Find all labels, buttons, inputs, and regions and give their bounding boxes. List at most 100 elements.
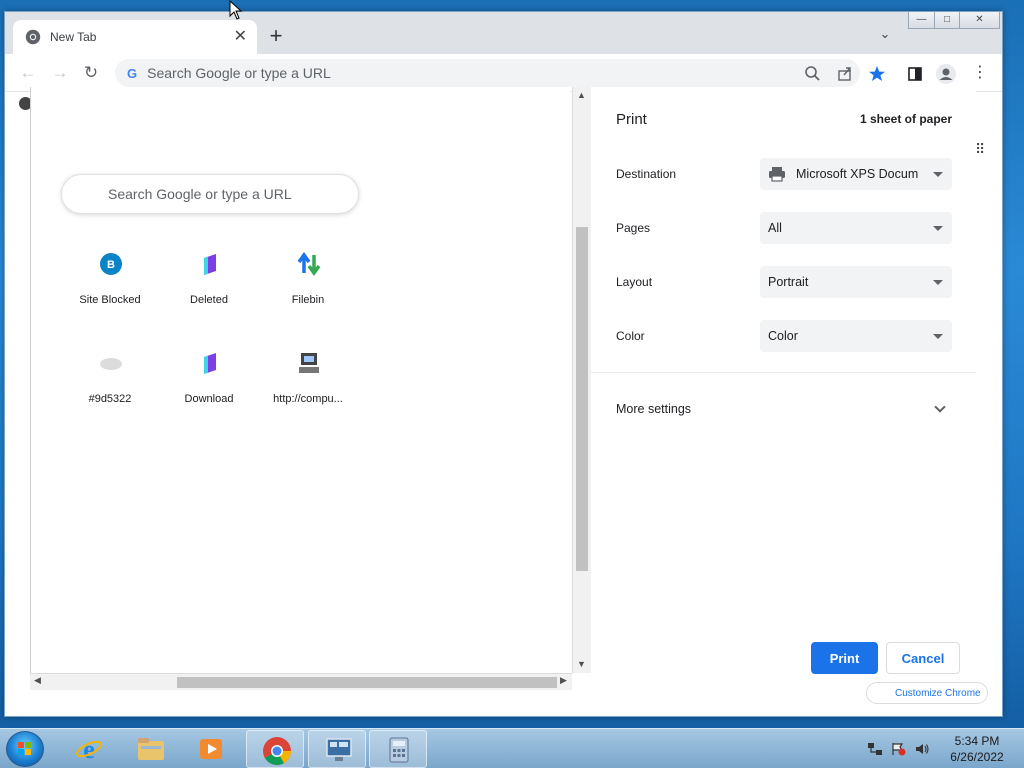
chevron-down-icon bbox=[934, 401, 946, 413]
address-input[interactable] bbox=[147, 65, 860, 81]
destination-value: Microsoft XPS Docum bbox=[796, 167, 919, 181]
share-icon[interactable] bbox=[834, 63, 856, 85]
transfer-arrows-icon bbox=[297, 251, 321, 277]
system-clock[interactable]: 5:34 PM 6/26/2022 bbox=[942, 733, 1012, 765]
pages-select[interactable]: All bbox=[760, 212, 952, 244]
zoom-icon[interactable] bbox=[802, 63, 824, 85]
taskbar-remote-desktop[interactable] bbox=[308, 730, 366, 768]
clock-date: 6/26/2022 bbox=[950, 750, 1004, 764]
profile-avatar-icon[interactable] bbox=[935, 63, 957, 85]
close-window-button[interactable]: ✕ bbox=[959, 12, 1000, 29]
taskbar-internet-explorer[interactable]: e bbox=[60, 730, 118, 768]
minimize-button[interactable]: — bbox=[908, 12, 935, 29]
media-player-icon bbox=[200, 739, 222, 759]
color-select[interactable]: Color bbox=[760, 320, 952, 352]
shortcut-site-blocked: B Site Blocked bbox=[62, 251, 158, 341]
section-divider bbox=[591, 372, 976, 373]
preview-vertical-scrollbar[interactable]: ▲ ▼ bbox=[572, 87, 591, 673]
dropdown-caret-icon bbox=[933, 225, 943, 231]
back-arrow-icon[interactable]: ← bbox=[17, 63, 39, 85]
vertical-scroll-thumb[interactable] bbox=[576, 227, 588, 571]
internet-explorer-icon: e bbox=[76, 735, 102, 763]
tab-title: New Tab bbox=[50, 30, 97, 44]
print-dialog-title: Print bbox=[616, 111, 647, 128]
apps-grid-icon[interactable]: ⠿ bbox=[975, 141, 985, 158]
horizontal-scroll-thumb[interactable] bbox=[177, 677, 557, 688]
forward-arrow-icon[interactable]: → bbox=[49, 63, 71, 85]
start-button[interactable] bbox=[6, 731, 44, 767]
address-bar[interactable]: G bbox=[115, 59, 860, 87]
volume-icon[interactable] bbox=[914, 742, 930, 756]
taskbar-calculator[interactable] bbox=[369, 730, 427, 768]
new-tab-button[interactable]: + bbox=[263, 24, 289, 50]
chrome-favicon-icon bbox=[25, 29, 41, 45]
file-explorer-icon bbox=[138, 738, 164, 760]
layout-select[interactable]: Portrait bbox=[760, 266, 952, 298]
pages-label: Pages bbox=[616, 221, 651, 235]
layout-value: Portrait bbox=[768, 275, 809, 289]
scroll-left-arrow-icon[interactable]: ◀ bbox=[34, 675, 41, 686]
remote-desktop-icon bbox=[326, 738, 352, 761]
windows-logo-icon bbox=[18, 742, 31, 755]
dropdown-caret-icon bbox=[933, 279, 943, 285]
shortcut-deleted: Deleted bbox=[161, 251, 257, 341]
side-panel-icon[interactable] bbox=[904, 63, 926, 85]
scroll-down-arrow-icon[interactable]: ▼ bbox=[577, 659, 586, 669]
shortcut-download: Download bbox=[161, 350, 257, 440]
shortcut-label: Deleted bbox=[190, 294, 228, 306]
mouse-cursor-icon bbox=[229, 0, 243, 20]
menu-dots-icon[interactable]: ⋮ bbox=[969, 63, 991, 85]
chrome-icon bbox=[263, 737, 291, 765]
clock-time: 5:34 PM bbox=[954, 734, 1000, 748]
google-g-icon: G bbox=[127, 65, 138, 81]
shortcut-filebin: Filebin bbox=[260, 251, 356, 341]
taskbar-file-explorer[interactable] bbox=[121, 730, 179, 768]
system-tray: 5:34 PM 6/26/2022 bbox=[862, 729, 1024, 768]
shortcut-label: Download bbox=[184, 393, 234, 405]
reload-icon[interactable]: ↻ bbox=[80, 63, 102, 85]
shortcut-label: Filebin bbox=[291, 294, 325, 306]
tab-new-tab[interactable]: New Tab ✕ bbox=[13, 20, 257, 54]
more-settings-toggle[interactable]: More settings bbox=[591, 387, 976, 429]
svg-text:e: e bbox=[83, 735, 95, 763]
printer-icon bbox=[769, 167, 785, 182]
scroll-up-arrow-icon[interactable]: ▲ bbox=[577, 90, 586, 100]
scroll-right-arrow-icon[interactable]: ▶ bbox=[560, 675, 567, 686]
color-value: Color bbox=[768, 329, 798, 343]
customize-chrome-label: Customize Chrome bbox=[895, 687, 981, 699]
purple-book-icon bbox=[204, 254, 216, 275]
cancel-button[interactable]: Cancel bbox=[886, 642, 960, 674]
print-button[interactable]: Print bbox=[811, 642, 878, 674]
more-settings-label: More settings bbox=[616, 402, 692, 416]
calculator-icon bbox=[389, 737, 409, 763]
dropdown-caret-icon bbox=[933, 333, 943, 339]
shortcut-label: #9d5322 bbox=[88, 393, 132, 405]
taskbar-chrome[interactable] bbox=[246, 730, 304, 768]
windows-taskbar: e 5:34 PM 6/26/2022 bbox=[0, 728, 1024, 768]
sheet-count: 1 sheet of paper bbox=[859, 112, 952, 126]
preview-horizontal-scrollbar[interactable]: ◀ ▶ bbox=[30, 673, 572, 690]
customize-chrome-button[interactable]: Customize Chrome bbox=[866, 682, 988, 704]
dropdown-caret-icon bbox=[933, 171, 943, 177]
tab-strip: New Tab ✕ + ⌄ — □ ✕ bbox=[5, 12, 1002, 54]
color-label: Color bbox=[616, 329, 645, 343]
shortcut-label: http://compu... bbox=[273, 393, 343, 405]
svg-text:B: B bbox=[107, 259, 115, 271]
destination-label: Destination bbox=[616, 167, 677, 181]
destination-select[interactable]: Microsoft XPS Docum bbox=[760, 158, 952, 190]
shortcut-label: Site Blocked bbox=[79, 294, 141, 306]
circle-b-icon: B bbox=[100, 253, 122, 275]
action-center-flag-icon[interactable] bbox=[890, 742, 906, 756]
tab-search-chevron-icon[interactable]: ⌄ bbox=[875, 26, 895, 46]
maximize-button[interactable]: □ bbox=[934, 12, 960, 29]
network-icon[interactable] bbox=[867, 742, 883, 756]
preview-search-input bbox=[108, 186, 358, 202]
bookmark-star-icon[interactable] bbox=[866, 63, 888, 85]
pages-value: All bbox=[768, 221, 782, 235]
taskbar-media-player[interactable] bbox=[182, 730, 240, 768]
preview-search-box bbox=[61, 174, 359, 214]
tab-close-icon[interactable]: ✕ bbox=[234, 29, 247, 45]
purple-book-icon bbox=[204, 353, 216, 374]
shortcut-computer: http://compu... bbox=[260, 350, 356, 440]
shortcut-9d5322: #9d5322 bbox=[62, 350, 158, 440]
